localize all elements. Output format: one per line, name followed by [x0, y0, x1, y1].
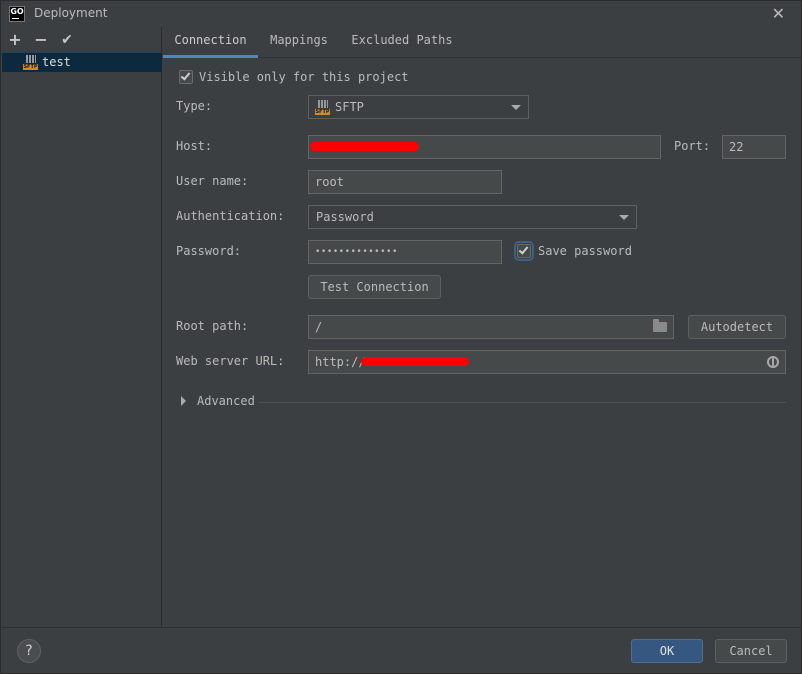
- tab-mappings[interactable]: Mappings: [261, 27, 337, 58]
- help-button[interactable]: ?: [17, 639, 41, 663]
- autodetect-button[interactable]: Autodetect: [688, 315, 786, 339]
- check-icon: [518, 244, 529, 255]
- chevron-down-icon: [619, 215, 629, 220]
- server-item-label: test: [42, 55, 71, 69]
- tab-bar: Connection Mappings Excluded Paths: [163, 27, 801, 58]
- port-label: Port:: [674, 139, 711, 153]
- advanced-section-toggle[interactable]: Advanced: [197, 394, 255, 408]
- tab-excluded-paths[interactable]: Excluded Paths: [344, 27, 460, 58]
- redaction-mark: [310, 142, 419, 151]
- add-server-button[interactable]: +: [5, 30, 25, 50]
- authentication-select-value: Password: [316, 210, 374, 224]
- root-path-label: Root path:: [176, 319, 249, 333]
- ok-button[interactable]: OK: [631, 639, 703, 663]
- cancel-button[interactable]: Cancel: [715, 639, 787, 663]
- type-label: Type:: [176, 99, 213, 113]
- chevron-down-icon: [511, 105, 521, 110]
- folder-icon[interactable]: [653, 319, 667, 332]
- deployment-dialog: GO Deployment ✕ + − ✔ SFTP test Connecti…: [0, 0, 802, 674]
- password-field[interactable]: ••••••••••••••: [308, 240, 502, 264]
- server-item-test[interactable]: SFTP test: [2, 52, 162, 72]
- server-list-panel: + − ✔ SFTP test: [2, 27, 162, 627]
- expand-arrow-icon[interactable]: [181, 396, 186, 406]
- save-password-label: Save password: [538, 244, 632, 258]
- footer-divider: [2, 627, 802, 628]
- apply-icon[interactable]: ✔: [57, 30, 77, 50]
- sftp-icon: SFTP: [315, 100, 330, 115]
- check-icon: [180, 70, 191, 81]
- password-label: Password:: [176, 244, 242, 258]
- goland-app-icon: GO: [9, 6, 25, 22]
- web-server-url-value: http://: [315, 355, 366, 369]
- web-server-url-label: Web server URL:: [176, 354, 285, 368]
- section-divider: [259, 402, 786, 403]
- window-title: Deployment: [34, 6, 108, 20]
- globe-icon[interactable]: [767, 356, 779, 368]
- type-select[interactable]: SFTP SFTP: [308, 95, 529, 119]
- user-name-label: User name:: [176, 174, 249, 188]
- redaction-mark: [361, 357, 469, 366]
- save-password-checkbox[interactable]: [514, 241, 534, 261]
- visible-only-label: Visible only for this project: [199, 70, 409, 84]
- host-label: Host:: [176, 139, 213, 153]
- remove-server-button[interactable]: −: [31, 30, 51, 50]
- tab-connection[interactable]: Connection: [163, 27, 258, 58]
- authentication-label: Authentication:: [176, 209, 285, 223]
- root-path-value: /: [315, 320, 323, 334]
- authentication-select[interactable]: Password: [308, 205, 637, 229]
- visible-only-checkbox[interactable]: [179, 70, 193, 84]
- type-select-value: SFTP: [335, 100, 364, 114]
- root-path-field[interactable]: /: [308, 315, 674, 339]
- user-name-field[interactable]: root: [308, 170, 502, 194]
- title-bar: GO Deployment ✕: [1, 1, 801, 27]
- port-field[interactable]: 22: [722, 135, 786, 159]
- test-connection-button[interactable]: Test Connection: [308, 275, 441, 299]
- sftp-icon: SFTP: [23, 55, 38, 70]
- close-icon[interactable]: ✕: [772, 4, 785, 23]
